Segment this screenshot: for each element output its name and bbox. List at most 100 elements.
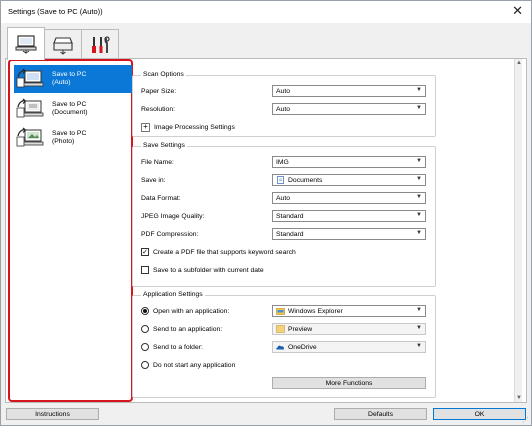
chevron-down-icon: ▼ — [416, 176, 422, 182]
windows-explorer-icon — [276, 308, 285, 315]
send-app-value: Preview — [288, 325, 313, 333]
tab-general-settings[interactable] — [81, 29, 119, 59]
more-functions-button[interactable]: More Functions — [272, 377, 426, 389]
chevron-down-icon: ▼ — [416, 158, 422, 164]
save-to-pc-auto-icon — [16, 66, 44, 92]
open-app-value: Windows Explorer — [288, 307, 343, 315]
file-name-input[interactable]: IMG ▼ — [272, 156, 426, 168]
resolution-dropdown[interactable]: Auto ▼ — [272, 103, 426, 115]
chevron-down-icon: ▼ — [416, 194, 422, 200]
list-item-label-line2: (Photo) — [52, 138, 75, 145]
jpeg-quality-dropdown[interactable]: Standard ▼ — [272, 210, 426, 222]
scan-type-list: Save to PC (Auto) Save to PC (Document) … — [8, 59, 133, 402]
chevron-down-icon: ▼ — [416, 307, 422, 313]
send-app-option[interactable]: Send to an application: — [141, 323, 222, 335]
send-app-label: Send to an application: — [153, 325, 223, 333]
scan-options-legend: Scan Options — [141, 71, 186, 78]
title-bar: Settings (Save to PC (Auto)) ✕ — [1, 1, 531, 23]
open-app-dropdown[interactable]: Windows Explorer ▼ — [272, 305, 426, 317]
application-settings-legend: Application Settings — [141, 291, 205, 298]
file-name-value: IMG — [276, 158, 289, 166]
send-folder-option[interactable]: Send to a folder: — [141, 341, 203, 353]
settings-content: Save to PC (Auto) Save to PC (Document) … — [5, 58, 527, 403]
save-in-dropdown[interactable]: Documents ▼ — [272, 174, 426, 186]
close-icon[interactable]: ✕ — [512, 4, 523, 19]
preview-app-icon — [276, 325, 285, 333]
no-app-option[interactable]: Do not start any application — [141, 359, 235, 371]
keyword-pdf-option[interactable]: ✓ Create a PDF file that supports keywor… — [141, 246, 296, 258]
paper-size-dropdown[interactable]: Auto ▼ — [272, 85, 426, 97]
list-item-label-line2: (Auto) — [52, 79, 71, 86]
chevron-down-icon: ▼ — [416, 230, 422, 236]
list-item-save-to-pc-auto[interactable]: Save to PC (Auto) — [14, 65, 132, 93]
vertical-scrollbar[interactable]: ▲ ▼ — [514, 59, 522, 402]
resolution-label: Resolution: — [141, 105, 176, 113]
instructions-button[interactable]: Instructions — [6, 408, 99, 420]
resolution-value: Auto — [276, 105, 290, 113]
data-format-dropdown[interactable]: Auto ▼ — [272, 192, 426, 204]
scan-from-computer-icon — [15, 35, 37, 54]
chevron-down-icon: ▼ — [416, 212, 422, 218]
list-item-label-line1: Save to PC — [52, 101, 87, 108]
scan-from-panel-icon — [53, 36, 73, 55]
send-folder-radio[interactable] — [141, 343, 149, 351]
list-item-label-line2: (Document) — [52, 109, 88, 116]
save-in-label: Save in: — [141, 176, 166, 184]
open-app-radio[interactable] — [141, 307, 149, 315]
ok-button[interactable]: OK — [433, 408, 526, 420]
save-settings-legend: Save Settings — [141, 142, 187, 149]
pdf-compression-value: Standard — [276, 230, 304, 238]
send-app-radio[interactable] — [141, 325, 149, 333]
send-folder-value: OneDrive — [288, 343, 317, 351]
pdf-compression-dropdown[interactable]: Standard ▼ — [272, 228, 426, 240]
chevron-down-icon: ▼ — [416, 325, 422, 331]
keyword-pdf-label: Create a PDF file that supports keyword … — [153, 248, 296, 256]
jpeg-quality-value: Standard — [276, 212, 304, 220]
subfolder-option[interactable]: Save to a subfolder with current date — [141, 264, 264, 276]
chevron-down-icon: ▼ — [416, 87, 422, 93]
subfolder-checkbox[interactable] — [141, 266, 149, 274]
footer-bar: Instructions Defaults OK ⋰ — [1, 404, 531, 426]
no-app-radio[interactable] — [141, 361, 149, 369]
file-name-label: File Name: — [141, 158, 174, 166]
save-to-pc-document-icon — [16, 96, 44, 122]
onedrive-cloud-icon — [276, 345, 284, 350]
image-processing-label: Image Processing Settings — [154, 123, 235, 131]
chevron-down-icon: ▼ — [416, 343, 422, 349]
data-format-label: Data Format: — [141, 194, 181, 202]
subfolder-label: Save to a subfolder with current date — [153, 266, 264, 274]
documents-folder-icon — [277, 176, 284, 184]
list-item-save-to-pc-photo[interactable]: Save to PC (Photo) — [14, 124, 132, 152]
tab-strip — [1, 25, 531, 60]
jpeg-quality-label: JPEG Image Quality: — [141, 212, 205, 220]
defaults-button[interactable]: Defaults — [334, 408, 427, 420]
settings-window: Settings (Save to PC (Auto)) ✕ Save to P… — [0, 0, 532, 426]
open-app-label: Open with an application: — [153, 307, 230, 315]
list-item-save-to-pc-document[interactable]: Save to PC (Document) — [14, 95, 132, 123]
scroll-up-icon[interactable]: ▲ — [516, 60, 522, 66]
scan-options-group: Scan Options Paper Size: Auto ▼ Resoluti… — [132, 71, 436, 137]
send-folder-dropdown[interactable]: OneDrive ▼ — [272, 341, 426, 353]
send-app-dropdown[interactable]: Preview ▼ — [272, 323, 426, 335]
paper-size-label: Paper Size: — [141, 87, 177, 95]
send-folder-label: Send to a folder: — [153, 343, 203, 351]
list-item-label-line1: Save to PC — [52, 71, 87, 78]
save-settings-group: Save Settings File Name: IMG ▼ Save in: … — [132, 142, 436, 287]
expand-icon[interactable]: + — [141, 122, 150, 132]
chevron-down-icon: ▼ — [416, 105, 422, 111]
general-settings-tools-icon — [92, 35, 110, 53]
data-format-value: Auto — [276, 194, 290, 202]
keyword-pdf-checkbox[interactable]: ✓ — [141, 248, 149, 256]
paper-size-value: Auto — [276, 87, 290, 95]
scroll-down-icon[interactable]: ▼ — [516, 395, 522, 401]
open-app-option[interactable]: Open with an application: — [141, 305, 229, 317]
image-processing-toggle[interactable]: + Image Processing Settings — [141, 121, 235, 133]
resize-grip-icon[interactable]: ⋰ — [522, 416, 529, 424]
save-in-value: Documents — [288, 176, 323, 184]
tab-scan-from-panel[interactable] — [44, 29, 82, 59]
save-to-pc-photo-icon — [16, 125, 44, 151]
window-title: Settings (Save to PC (Auto)) — [8, 7, 103, 16]
application-settings-group: Application Settings Open with an applic… — [132, 291, 436, 398]
tab-scan-from-computer[interactable] — [7, 27, 45, 60]
pdf-compression-label: PDF Compression: — [141, 230, 199, 238]
